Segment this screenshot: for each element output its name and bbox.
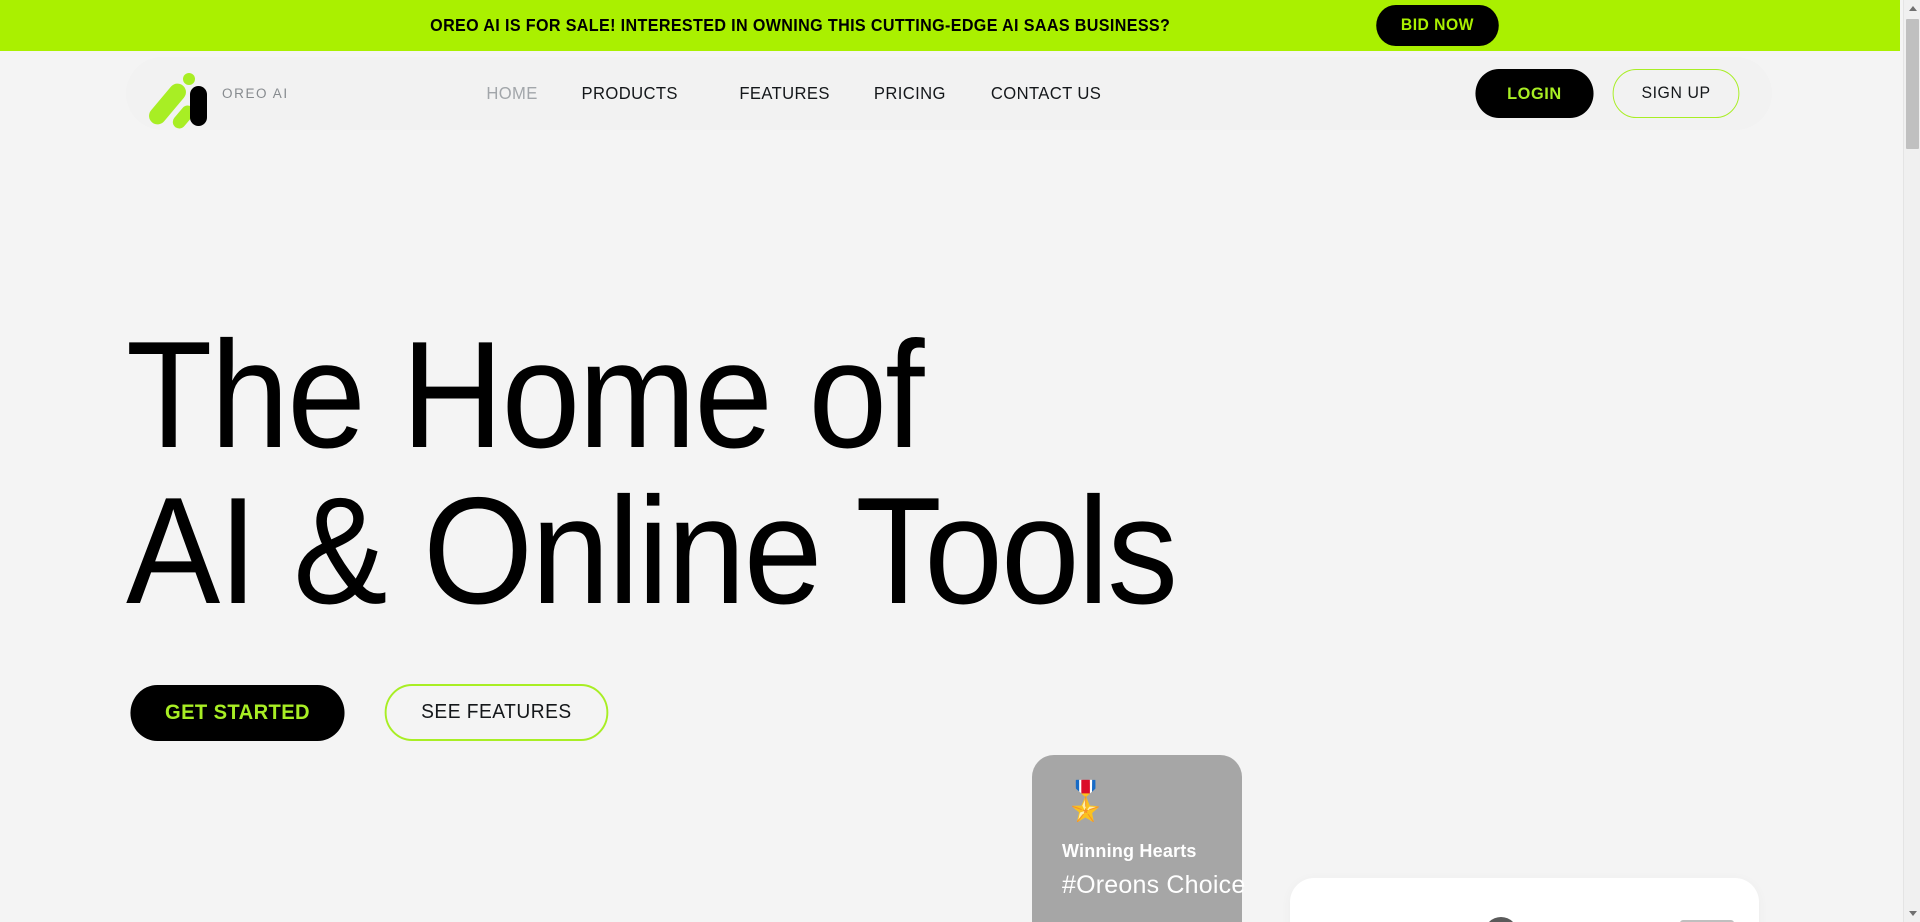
- winning-hearts-card-subtitle: #Oreons Choice: [1062, 871, 1246, 899]
- signup-button[interactable]: SIGN UP: [1612, 69, 1740, 118]
- winning-hearts-card[interactable]: 🎖️ Winning Hearts #Oreons Choice: [1032, 755, 1246, 922]
- page-viewport: OREO AI IS FOR SALE! INTERESTED IN OWNIN…: [0, 0, 1920, 922]
- nav-item-products[interactable]: PRODUCTS: [582, 83, 678, 104]
- winning-hearts-card-title: Winning Hearts: [1062, 841, 1197, 861]
- announcement-banner: OREO AI IS FOR SALE! INTERESTED IN OWNIN…: [0, 0, 1900, 51]
- get-started-button[interactable]: GET STARTED: [130, 684, 345, 741]
- login-button[interactable]: LOGIN: [1475, 69, 1594, 118]
- avatar: [1484, 917, 1518, 922]
- hero-section: The Home of AI & Online Tools: [126, 310, 1255, 636]
- nav-item-pricing[interactable]: PRICING: [874, 83, 946, 104]
- see-features-button[interactable]: SEE FEATURES: [384, 684, 609, 741]
- nav-item-features[interactable]: FEATURES: [739, 83, 829, 104]
- vertical-scrollbar[interactable]: [1903, 0, 1920, 922]
- bid-now-button[interactable]: BID NOW: [1376, 5, 1499, 46]
- logo-pill-shape: [190, 85, 207, 126]
- scrollbar-thumb[interactable]: [1906, 19, 1919, 149]
- brand-logo-link[interactable]: OREO AI: [145, 66, 457, 131]
- site-header: OREO AI HOME PRODUCTS FEATURES PRICING C…: [126, 57, 1772, 131]
- hero-cta-group: GET STARTED SEE FEATURES: [126, 684, 613, 741]
- scroll-up-arrow-icon[interactable]: [1904, 0, 1920, 17]
- hero-title-line-2: AI & Online Tools: [126, 466, 1178, 636]
- brand-name-label: OREO AI: [222, 86, 289, 101]
- scroll-down-arrow-icon[interactable]: [1904, 905, 1920, 922]
- nav-item-contact-us[interactable]: CONTACT US: [990, 83, 1100, 104]
- hero-title-line-1: The Home of: [126, 310, 925, 480]
- white-preview-card[interactable]: [1290, 878, 1759, 922]
- nav-item-home[interactable]: HOME: [486, 83, 537, 104]
- header-actions: LOGIN SIGN UP: [1473, 69, 1742, 118]
- primary-navigation: HOME PRODUCTS FEATURES PRICING CONTACT U…: [485, 83, 1104, 104]
- medal-emoji-icon: 🎖️: [1062, 781, 1110, 823]
- oreo-ai-logo-icon: [145, 66, 209, 131]
- logo-dot-shape: [183, 72, 195, 85]
- announcement-text: OREO AI IS FOR SALE! INTERESTED IN OWNIN…: [430, 15, 1171, 35]
